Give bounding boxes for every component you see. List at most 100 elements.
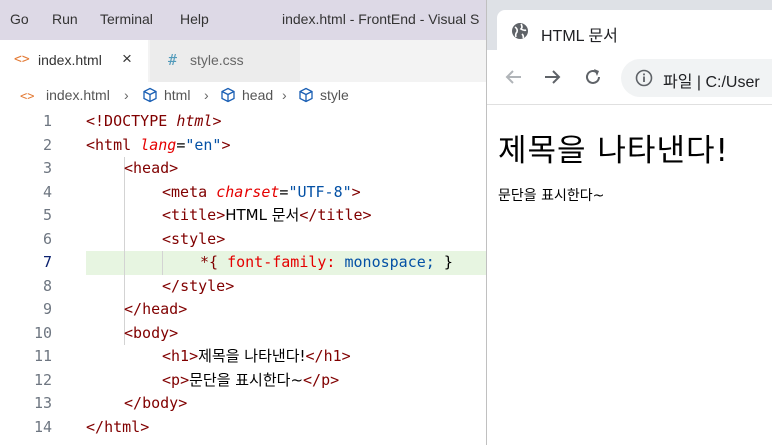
line-number: 8: [42, 276, 52, 295]
menu-go[interactable]: Go: [10, 11, 29, 27]
code-token: html: [176, 112, 213, 130]
code-line: </body>: [124, 394, 188, 412]
code-token: lang: [140, 135, 177, 154]
close-icon[interactable]: ×: [122, 49, 132, 69]
menu-run[interactable]: Run: [52, 11, 78, 27]
code-token: <!DOCTYPE: [86, 112, 168, 130]
html-file-icon: <>: [20, 89, 35, 103]
symbol-element-icon: [221, 87, 235, 103]
breadcrumb-item-head[interactable]: head: [242, 87, 273, 103]
globe-icon: [512, 23, 528, 39]
code-token: head: [133, 159, 170, 177]
menu-help[interactable]: Help: [180, 11, 209, 27]
tab-label: index.html: [38, 52, 102, 68]
chevron-right-icon: ›: [282, 87, 287, 103]
page-viewport: 제목을 나타낸다! 문단을 표시한다~: [487, 105, 772, 445]
line-number: 5: [42, 206, 52, 224]
chevron-right-icon: ›: [204, 87, 209, 103]
browser-tab-title: HTML 문서: [541, 28, 618, 45]
line-number: 4: [42, 182, 52, 201]
code-token: style: [171, 229, 217, 248]
code-editor[interactable]: 1 2 3 4 5 6 7 8 9 10 11 12 13 14 <!DOCTY…: [0, 110, 486, 445]
breadcrumb: <> index.html › html › head › style: [0, 84, 486, 108]
browser-tab-strip: HTML 문서 ×: [487, 0, 772, 50]
line-number: 10: [33, 323, 52, 342]
code-line: <title>HTML 문서</title>: [162, 206, 372, 224]
code-token: title: [171, 206, 217, 224]
code-token: body: [133, 323, 170, 342]
breadcrumb-item-index[interactable]: index.html: [46, 87, 110, 103]
code-line: <body>: [124, 323, 179, 342]
code-token: charset: [216, 182, 280, 201]
css-file-icon: #: [168, 51, 178, 69]
reload-icon[interactable]: [582, 66, 604, 88]
code-token: 제목을 나타낸다!: [198, 347, 306, 365]
code-token: p: [321, 370, 331, 389]
symbol-element-icon: [143, 87, 157, 103]
line-number: 2: [42, 135, 52, 154]
code-token: meta: [171, 182, 208, 201]
line-number: 3: [42, 159, 52, 177]
code-token: h1: [323, 347, 342, 365]
code-line: <p>문단을 표시한다~</p>: [162, 370, 340, 389]
code-token: HTML 문서: [225, 206, 300, 224]
page-heading: 제목을 나타낸다!: [498, 133, 729, 169]
code-token: html: [104, 417, 141, 436]
address-text: 파일 | C:/User: [663, 74, 760, 91]
code-token: p: [171, 370, 181, 389]
vscode-window: Go Run Terminal Help index.html - FrontE…: [0, 0, 486, 445]
code-token: "en": [185, 135, 222, 154]
tab-style-css[interactable]: # style.css: [150, 40, 300, 82]
line-number: 12: [33, 370, 52, 389]
code-token: h1: [171, 347, 190, 365]
code-token: }: [443, 253, 453, 271]
code-line: <!DOCTYPE html>: [86, 110, 221, 134]
code-token: title: [317, 206, 363, 224]
code-token: head: [142, 300, 179, 318]
code-line: </style>: [162, 276, 235, 295]
code-line: </head>: [124, 300, 188, 318]
address-bar[interactable]: 파일 | C:/User: [621, 59, 772, 97]
tab-index-html[interactable]: <> index.html ×: [0, 40, 148, 82]
browser-window: HTML 문서 × 파일 | C:/User 제목을 나타낸다! 문단을 표시한…: [486, 0, 772, 445]
code-line: </html>: [86, 417, 150, 436]
line-number: 14: [33, 417, 52, 436]
window-title: index.html - FrontEnd - Visual S: [282, 11, 480, 27]
browser-toolbar: 파일 | C:/User: [487, 50, 772, 105]
code-token: 문단을 표시한다~: [189, 370, 304, 389]
code-line: <style>: [162, 229, 226, 248]
editor-tab-bar: <> index.html × # style.css: [0, 40, 486, 82]
code-token: body: [142, 394, 179, 412]
breadcrumb-item-html[interactable]: html: [164, 87, 190, 103]
menu-bar: Go Run Terminal Help index.html - FrontE…: [0, 0, 486, 40]
tab-label: style.css: [190, 52, 244, 68]
page-paragraph: 문단을 표시한다~: [498, 188, 605, 204]
back-arrow-icon[interactable]: [503, 66, 525, 88]
breadcrumb-item-style[interactable]: style: [320, 87, 349, 103]
forward-arrow-icon[interactable]: [541, 66, 563, 88]
html-file-icon: <>: [14, 52, 30, 67]
line-number: 1: [42, 112, 52, 130]
chevron-right-icon: ›: [124, 87, 129, 103]
code-token: font-family:: [227, 253, 336, 271]
code-line: <meta charset="UTF-8">: [162, 182, 361, 201]
code-token: html: [95, 135, 132, 154]
code-line: <head>: [124, 159, 179, 177]
code-token: *{: [200, 253, 219, 271]
line-number: 6: [42, 229, 52, 248]
info-icon[interactable]: [635, 69, 653, 87]
code-line: *{ font-family: monospace; }: [200, 251, 453, 275]
line-number: 13: [33, 394, 52, 412]
menu-terminal[interactable]: Terminal: [100, 11, 153, 27]
code-token: "UTF-8": [288, 182, 352, 201]
line-number: 7: [42, 253, 52, 271]
code-line: <html lang="en">: [86, 135, 231, 154]
line-number: 9: [42, 300, 52, 318]
browser-tab[interactable]: HTML 문서 ×: [497, 10, 772, 50]
symbol-element-icon: [299, 87, 313, 103]
code-token: monospace;: [344, 253, 435, 271]
code-token: style: [180, 276, 226, 295]
code-token: >: [212, 112, 222, 130]
line-number: 11: [33, 347, 52, 365]
indent-guide: [162, 251, 163, 275]
